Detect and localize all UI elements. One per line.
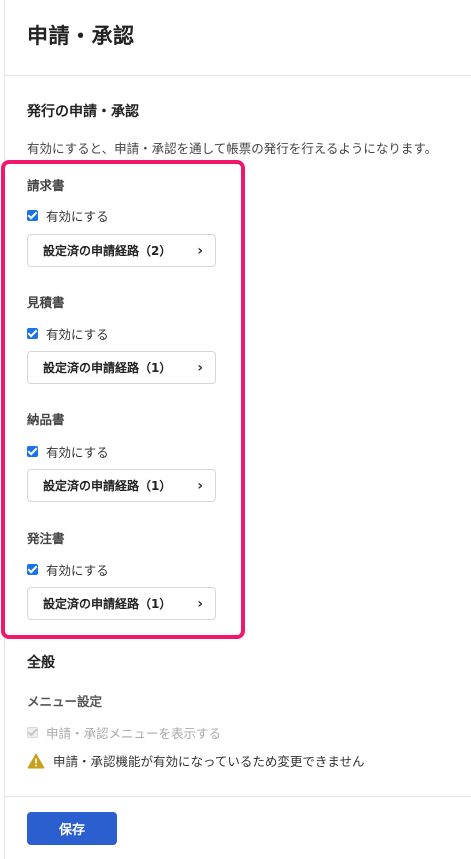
invoice-enable-checkbox[interactable] [27,210,38,221]
show-menu-checkbox-row: 申請・承認メニューを表示する [27,723,221,742]
chevron-right-icon: › [197,595,203,612]
quote-route-button[interactable]: 設定済の申請経路（1） › [27,351,216,384]
warning-text: 申請・承認機能が有効になっているため変更できません [53,754,365,769]
route-button-label: 設定済の申請経路（1） [43,479,172,493]
doc-label-purchase-order: 発注書 [27,531,65,546]
issuance-section-title: 発行の申請・承認 [27,104,139,120]
chevron-right-icon: › [197,477,203,494]
doc-label-invoice: 請求書 [27,178,65,193]
delivery-enable-checkbox[interactable] [27,446,38,457]
doc-label-quote: 見積書 [27,295,65,310]
delivery-route-button[interactable]: 設定済の申請経路（1） › [27,469,216,502]
show-menu-label: 申請・承認メニューを表示する [46,726,222,741]
chevron-right-icon: › [197,242,203,259]
quote-enable-checkbox[interactable] [27,328,38,339]
header-divider [4,75,471,76]
purchase-order-enable-checkbox[interactable] [27,564,38,575]
issuance-description: 有効にすると、申請・承認を通して帳票の発行を行えるようになります。 [27,141,438,156]
warning-message: 申請・承認機能が有効になっているため変更できません [27,751,365,770]
route-button-label: 設定済の申請経路（1） [43,361,172,375]
chevron-right-icon: › [197,359,203,376]
route-button-label: 設定済の申請経路（1） [43,597,172,611]
invoice-enable-checkbox-row[interactable]: 有効にする [27,206,109,225]
quote-enable-checkbox-row[interactable]: 有効にする [27,324,109,343]
checkbox-label: 有効にする [46,209,109,224]
checkbox-label: 有効にする [46,327,109,342]
page-title: 申請・承認 [27,24,135,48]
footer-divider [4,796,471,797]
delivery-enable-checkbox-row[interactable]: 有効にする [27,442,109,461]
doc-label-delivery: 納品書 [27,412,65,427]
warning-icon [27,753,45,768]
save-button[interactable]: 保存 [27,812,117,845]
show-menu-checkbox [27,727,38,738]
menu-settings-label: メニュー設定 [27,694,103,709]
purchase-order-enable-checkbox-row[interactable]: 有効にする [27,560,109,579]
route-button-label: 設定済の申請経路（2） [43,244,172,258]
purchase-order-route-button[interactable]: 設定済の申請経路（1） › [27,587,216,620]
general-section-title: 全般 [27,655,55,671]
checkbox-label: 有効にする [46,563,109,578]
checkbox-label: 有効にする [46,445,109,460]
invoice-route-button[interactable]: 設定済の申請経路（2） › [27,234,216,267]
